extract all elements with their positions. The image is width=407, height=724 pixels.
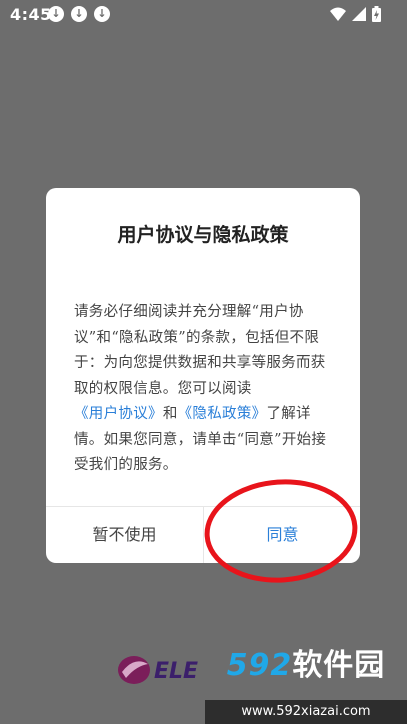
wifi-icon (330, 7, 346, 21)
watermark-number: 592 (226, 648, 293, 683)
status-bar: 4:45 ↓ ↓ ↓ (0, 0, 407, 30)
battery-charging-icon (372, 6, 381, 22)
download-icon: ↓ (94, 6, 110, 22)
dialog-body-text: 请务必仔细阅读并充分理解“用户协议”和“隐私政策”的条款，包括但不限于：为向您提… (74, 304, 326, 397)
app-logo-text: ELE (154, 659, 198, 684)
privacy-policy-link[interactable]: 《隐私政策》 (178, 406, 267, 422)
annotation-circle (204, 479, 358, 583)
download-icon: ↓ (71, 6, 87, 22)
watermark-url: www.592xiazai.com (205, 700, 407, 724)
dialog-title: 用户协议与隐私政策 (117, 224, 289, 246)
status-time: 4:45 (10, 5, 52, 24)
signal-icon (352, 7, 366, 21)
watermark-brand: 592软件园 (205, 642, 407, 690)
app-logo: ELE (118, 656, 198, 684)
user-agreement-link[interactable]: 《用户协议》 (74, 406, 163, 422)
dialog-body-and: 和 (162, 406, 178, 422)
download-icon: ↓ (48, 6, 64, 22)
decline-button[interactable]: 暂不使用 (46, 507, 203, 563)
status-icons (330, 6, 381, 22)
watermark-text: 软件园 (292, 648, 386, 683)
dialog-body: 请务必仔细阅读并充分理解“用户协议”和“隐私政策”的条款，包括但不限于：为向您提… (74, 300, 334, 479)
watermark: 592软件园 www.592xiazai.com (205, 642, 407, 724)
